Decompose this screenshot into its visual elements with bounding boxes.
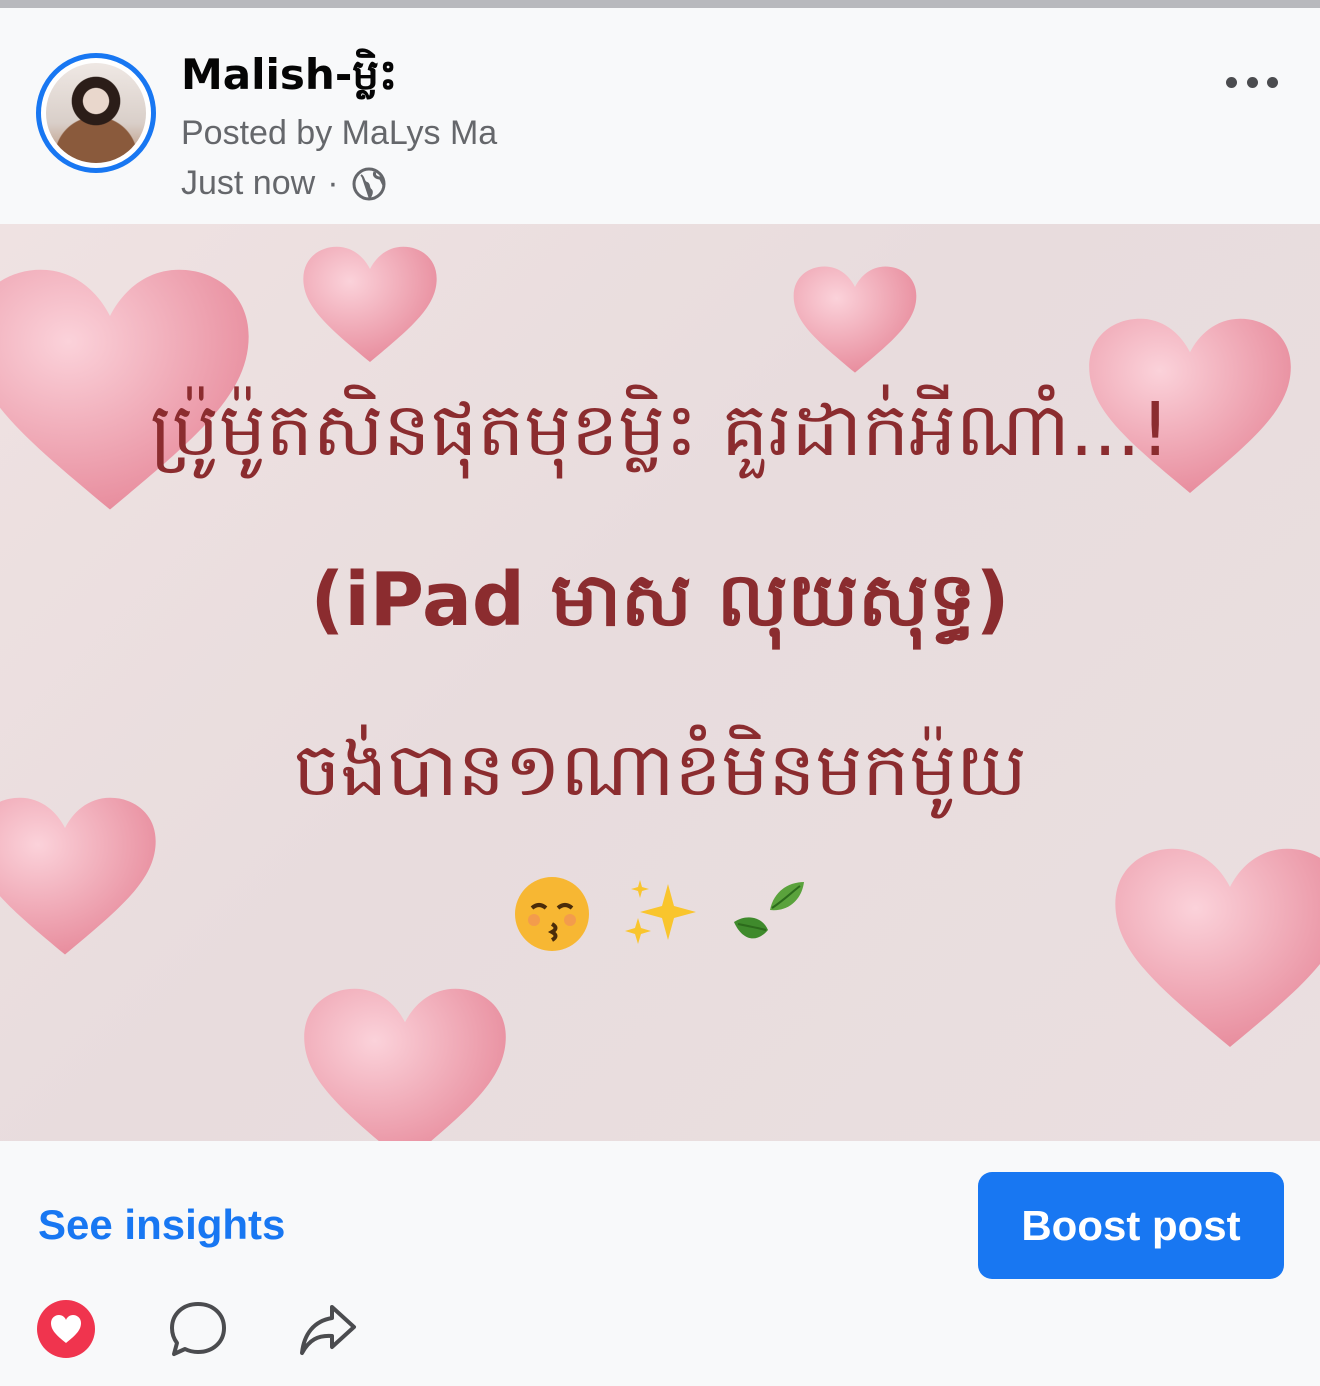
meta-separator: · (327, 164, 339, 202)
post-header: Malish-ម្លិះ Posted by MaLys Ma Just now… (0, 8, 1320, 224)
heart-decoration (793, 266, 917, 373)
post-image[interactable]: ប្រ៉ូម៉ូតសិនផុតមុខម្លិះ គួរដាក់អីណាំ...!… (0, 224, 1320, 1141)
action-bar (0, 1299, 1320, 1359)
love-reaction-icon[interactable] (36, 1299, 96, 1359)
globe-icon[interactable] (351, 166, 387, 202)
share-icon[interactable] (298, 1299, 358, 1359)
leaves-emoji-icon (734, 882, 804, 939)
see-insights-link[interactable]: See insights (38, 1201, 285, 1249)
top-divider (0, 0, 1320, 8)
posted-by-label: Posted by MaLys Ma (181, 114, 498, 152)
dot (1226, 76, 1237, 88)
image-text-line-2: (iPad មាស លុយសុទ្ធ) (310, 557, 1010, 643)
boost-post-button[interactable]: Boost post (978, 1172, 1284, 1279)
post-meta: Just now · (181, 164, 387, 203)
emoji-row (0, 874, 1320, 954)
dot (1267, 76, 1278, 88)
timestamp[interactable]: Just now (181, 164, 315, 203)
dot (1246, 76, 1258, 88)
sparkles-emoji-icon (625, 880, 696, 944)
more-options-icon[interactable] (1226, 70, 1278, 94)
image-text-line-1: ប្រ៉ូម៉ូតសិនផុតមុខម្លិះ គួរដាក់អីណាំ...! (149, 387, 1171, 473)
heart-decoration (304, 988, 506, 1141)
comment-icon[interactable] (168, 1299, 228, 1359)
kissing-face-emoji-icon (515, 877, 589, 951)
avatar-photo (46, 63, 146, 163)
heart-decoration (303, 246, 437, 363)
page-name[interactable]: Malish-ម្លិះ (181, 48, 397, 110)
image-text-line-3: ចង់បាន១ណាខំមិនមកម៉ូយ (293, 727, 1027, 813)
page-avatar[interactable] (36, 53, 156, 173)
post-footer: See insights Boost post (0, 1141, 1320, 1386)
